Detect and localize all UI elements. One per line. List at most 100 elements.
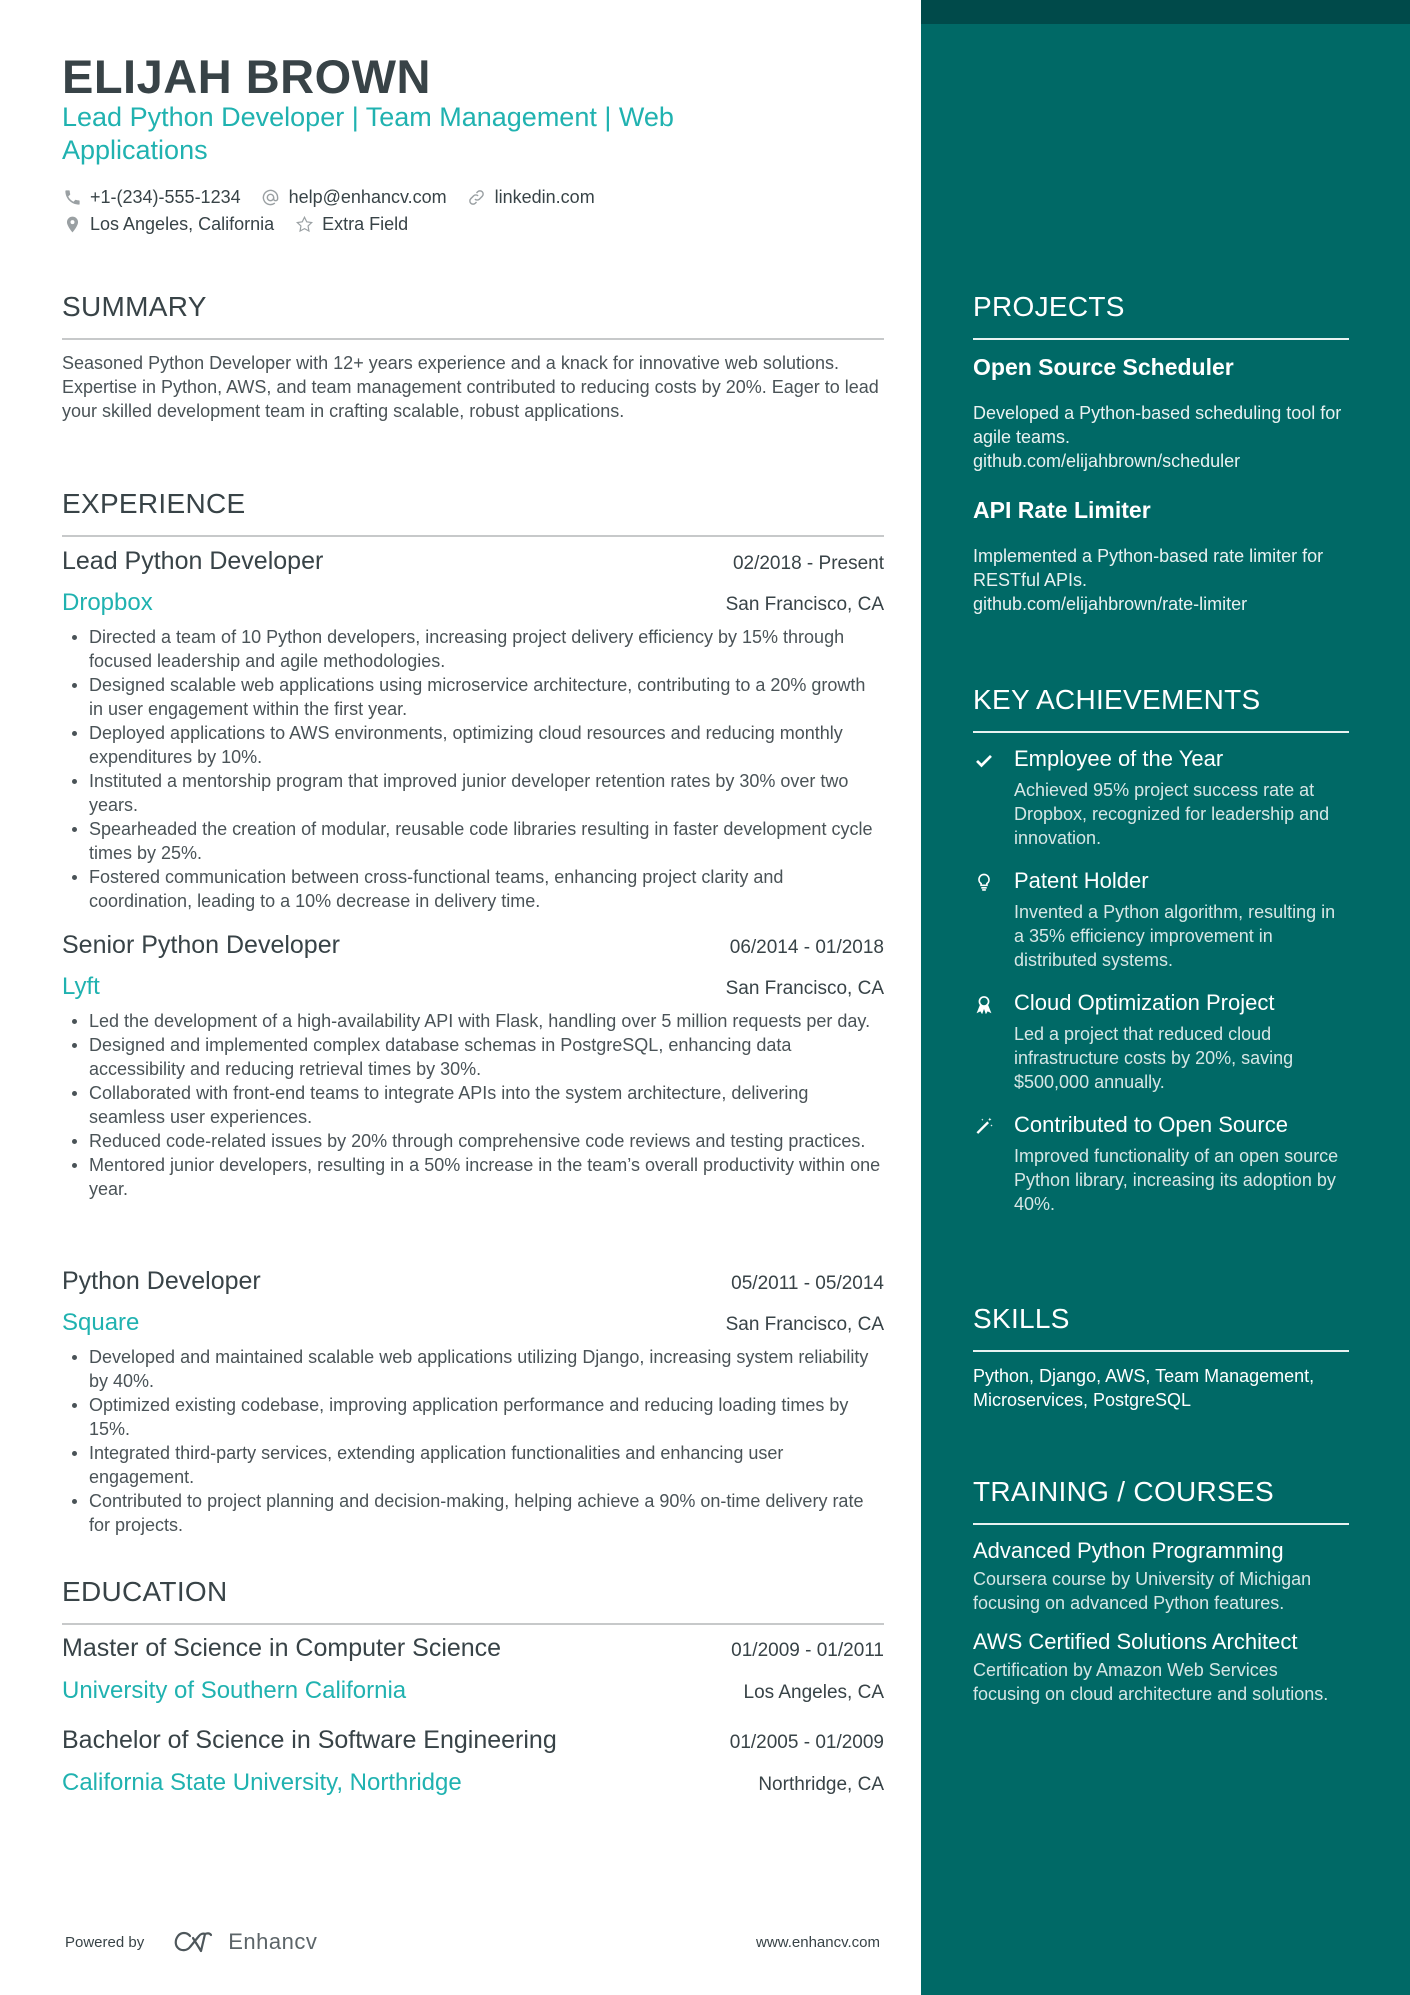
project-description-text: Implemented a Python-based rate limiter … — [973, 546, 1324, 590]
experience-section: EXPERIENCE — [62, 487, 884, 537]
achievement-item: Employee of the Year Achieved 95% projec… — [973, 744, 1349, 850]
job-bullets: Directed a team of 10 Python developers,… — [62, 625, 884, 913]
lightbulb-icon — [973, 871, 995, 893]
project-item: API Rate Limiter Implemented a Python-ba… — [973, 495, 1349, 616]
education-dates: 01/2005 - 01/2009 — [729, 1732, 884, 1753]
at-icon — [261, 188, 281, 208]
candidate-name: ELIJAH BROWN — [62, 50, 431, 103]
achievement-description: Invented a Python algorithm, resulting i… — [1014, 902, 1336, 970]
bullet-item: Designed and implemented complex databas… — [62, 1033, 884, 1081]
footer-url[interactable]: www.enhancv.com — [756, 1934, 880, 1951]
section-divider — [62, 338, 884, 340]
achievement-title: Contributed to Open Source — [1014, 1112, 1288, 1137]
project-description: Implemented a Python-based rate limiter … — [973, 544, 1349, 616]
job-dates: 06/2014 - 01/2018 — [729, 937, 884, 958]
project-link[interactable]: github.com/elijahbrown/scheduler — [973, 449, 1349, 473]
education-location: Northridge, CA — [758, 1774, 884, 1795]
bullet-item: Spearheaded the creation of modular, reu… — [62, 817, 884, 865]
bullet-item: Integrated third-party services, extendi… — [62, 1441, 884, 1489]
degree: Bachelor of Science in Software Engineer… — [62, 1726, 557, 1754]
course-title: Advanced Python Programming — [973, 1538, 1284, 1563]
job-dates: 02/2018 - Present — [732, 553, 884, 574]
job-entry: Senior Python Developer 06/2014 - 01/201… — [62, 929, 884, 1201]
education-heading: EDUCATION — [62, 1576, 228, 1607]
achievements-section: KEY ACHIEVEMENTS Employee of the Year Ac… — [973, 683, 1349, 1216]
job-role: Python Developer — [62, 1267, 261, 1295]
bullet-item: Instituted a mentorship program that imp… — [62, 769, 884, 817]
course-description: Certification by Amazon Web Services foc… — [973, 1660, 1329, 1704]
education-entry: Bachelor of Science in Software Engineer… — [62, 1724, 884, 1801]
section-divider — [973, 1523, 1349, 1525]
bullet-item: Deployed applications to AWS environment… — [62, 721, 884, 769]
project-title: API Rate Limiter — [973, 497, 1151, 523]
course-title: AWS Certified Solutions Architect — [973, 1629, 1298, 1654]
contact-location: Los Angeles, California — [62, 214, 274, 235]
job-location: San Francisco, CA — [725, 594, 884, 615]
job-location: San Francisco, CA — [725, 978, 884, 999]
footer: Powered by Enhancv www.enhancv.com — [65, 1924, 880, 1960]
skills-section: SKILLS Python, Django, AWS, Team Managem… — [973, 1302, 1349, 1412]
achievement-item: Patent Holder Invented a Python algorith… — [973, 866, 1349, 972]
achievement-title: Employee of the Year — [1014, 746, 1224, 771]
projects-section: PROJECTS Open Source Scheduler Developed… — [973, 290, 1349, 616]
section-divider — [62, 1623, 884, 1625]
contact-linkedin[interactable]: linkedin.com — [467, 187, 595, 208]
sidebar-top-band — [921, 0, 1410, 24]
course-item: Advanced Python Programming Coursera cou… — [973, 1536, 1349, 1615]
sidebar: PROJECTS Open Source Scheduler Developed… — [921, 0, 1410, 1995]
training-heading: TRAINING / COURSES — [973, 1476, 1274, 1507]
link-icon — [467, 188, 487, 208]
training-section: TRAINING / COURSES Advanced Python Progr… — [973, 1475, 1349, 1706]
location-pin-icon — [62, 215, 82, 235]
bullet-item: Led the development of a high-availabili… — [62, 1009, 884, 1033]
job-company: Square — [62, 1309, 140, 1336]
bullet-item: Optimized existing codebase, improving a… — [62, 1393, 884, 1441]
projects-heading: PROJECTS — [973, 291, 1125, 322]
contact-extra: Extra Field — [294, 214, 408, 235]
phone-text: +1-(234)-555-1234 — [90, 187, 241, 207]
project-link[interactable]: github.com/elijahbrown/rate-limiter — [973, 592, 1349, 616]
bullet-item: Directed a team of 10 Python developers,… — [62, 625, 884, 673]
checkmark-icon — [973, 749, 995, 771]
achievement-description: Improved functionality of an open source… — [1014, 1146, 1339, 1214]
contact-info: +1-(234)-555-1234 help@enhancv.com linke… — [62, 184, 884, 238]
course-item: AWS Certified Solutions Architect Certif… — [973, 1627, 1349, 1706]
achievement-description: Led a project that reduced cloud infrast… — [1014, 1024, 1294, 1092]
project-description: Developed a Python-based scheduling tool… — [973, 401, 1349, 473]
skills-list: Python, Django, AWS, Team Management, Mi… — [973, 1366, 1315, 1410]
project-title: Open Source Scheduler — [973, 354, 1234, 380]
location-text: Los Angeles, California — [90, 214, 275, 234]
school: University of Southern California — [62, 1677, 407, 1704]
contact-phone[interactable]: +1-(234)-555-1234 — [62, 187, 241, 208]
job-role: Lead Python Developer — [62, 547, 324, 575]
linkedin-text: linkedin.com — [494, 187, 595, 207]
course-description: Coursera course by University of Michiga… — [973, 1569, 1312, 1613]
summary-text: Seasoned Python Developer with 12+ years… — [62, 353, 879, 421]
section-divider — [973, 731, 1349, 733]
powered-by-label: Powered by — [65, 1933, 145, 1951]
enhancv-logo[interactable]: Enhancv — [172, 1929, 317, 1955]
bullet-item: Collaborated with front-end teams to int… — [62, 1081, 884, 1129]
education-entry: Master of Science in Computer Science 01… — [62, 1632, 884, 1709]
magic-wand-icon — [973, 1115, 995, 1137]
achievement-title: Cloud Optimization Project — [1014, 990, 1275, 1015]
education-section: EDUCATION — [62, 1575, 884, 1625]
job-role: Senior Python Developer — [62, 931, 340, 959]
contact-email[interactable]: help@enhancv.com — [261, 187, 447, 208]
achievement-description: Achieved 95% project success rate at Dro… — [1014, 780, 1330, 848]
project-description-text: Developed a Python-based scheduling tool… — [973, 403, 1342, 447]
enhancv-logo-icon — [174, 1931, 213, 1953]
achievements-heading: KEY ACHIEVEMENTS — [973, 684, 1261, 715]
bullet-item: Fostered communication between cross-fun… — [62, 865, 884, 913]
degree: Master of Science in Computer Science — [62, 1634, 502, 1662]
job-company: Lyft — [62, 973, 100, 1000]
achievement-item: Contributed to Open Source Improved func… — [973, 1110, 1349, 1216]
phone-icon — [62, 188, 82, 208]
bullet-item: Designed scalable web applications using… — [62, 673, 884, 721]
skills-heading: SKILLS — [973, 1303, 1070, 1334]
bullet-item: Mentored junior developers, resulting in… — [62, 1153, 884, 1201]
star-icon — [294, 215, 314, 235]
achievement-title: Patent Holder — [1014, 868, 1149, 893]
bullet-item: Contributed to project planning and deci… — [62, 1489, 884, 1537]
enhancv-brand: Enhancv — [228, 1929, 318, 1954]
